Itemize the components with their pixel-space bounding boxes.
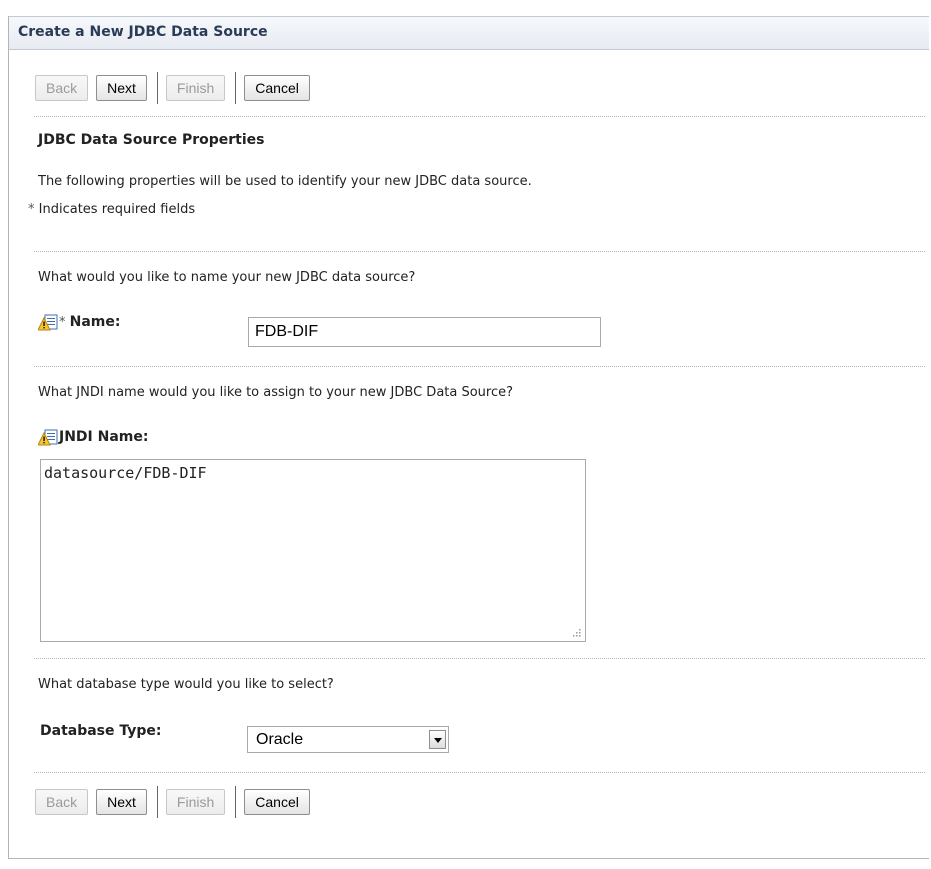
required-star: * — [28, 202, 35, 217]
jndi-name-textarea[interactable]: datasource/FDB-DIF — [40, 459, 586, 642]
panel-title: Create a New JDBC Data Source — [18, 24, 268, 40]
db-type-question: What database type would you like to sel… — [38, 677, 334, 692]
db-type-select[interactable]: Oracle — [247, 726, 449, 753]
chevron-down-icon[interactable] — [429, 730, 446, 749]
jndi-label: JNDI Name: — [59, 429, 149, 445]
name-question: What would you like to name your new JDB… — [38, 270, 416, 285]
divider — [34, 116, 925, 117]
divider — [34, 772, 925, 773]
next-button[interactable]: Next — [96, 789, 147, 815]
warning-edit-icon — [38, 429, 58, 446]
back-button[interactable]: Back — [35, 75, 89, 101]
finish-button[interactable]: Finish — [165, 789, 226, 815]
cancel-button[interactable]: Cancel — [244, 789, 310, 815]
cancel-button[interactable]: Cancel — [244, 75, 310, 101]
name-label: * Name: — [59, 314, 121, 330]
warning-edit-icon — [38, 314, 58, 331]
panel-header: Create a New JDBC Data Source — [9, 16, 929, 50]
divider — [34, 658, 925, 659]
name-input[interactable] — [248, 317, 601, 347]
button-separator — [235, 786, 237, 818]
required-star: * — [59, 315, 66, 330]
divider — [34, 366, 925, 367]
section-description: The following properties will be used to… — [38, 174, 532, 189]
resize-grip-icon[interactable] — [572, 628, 582, 638]
db-type-label: Database Type: — [40, 723, 162, 739]
top-button-bar: Back Next Finish Cancel — [35, 72, 318, 104]
create-jdbc-data-source-panel: Create a New JDBC Data Source Back Next … — [8, 16, 929, 859]
db-type-selected-value: Oracle — [256, 731, 304, 748]
required-note-text: Indicates required fields — [38, 202, 196, 217]
name-label-text: Name: — [69, 314, 121, 330]
button-separator — [156, 72, 158, 104]
jndi-question: What JNDI name would you like to assign … — [38, 385, 514, 400]
divider — [34, 251, 925, 252]
button-separator — [156, 786, 158, 818]
finish-button[interactable]: Finish — [165, 75, 226, 101]
button-separator — [235, 72, 237, 104]
next-button[interactable]: Next — [96, 75, 147, 101]
required-fields-note: * Indicates required fields — [28, 202, 195, 217]
back-button[interactable]: Back — [35, 789, 89, 815]
section-heading: JDBC Data Source Properties — [38, 132, 265, 148]
bottom-button-bar: Back Next Finish Cancel — [35, 786, 318, 818]
